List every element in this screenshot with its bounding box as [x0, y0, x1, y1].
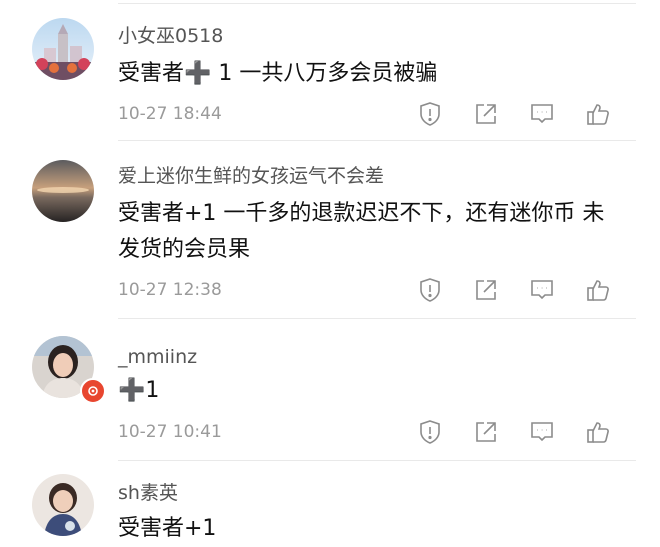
share-arrow-icon: [476, 422, 496, 442]
comment-item: _mmiinz ➕1 10-27 10:41: [0, 318, 660, 460]
reply-button[interactable]: [527, 417, 557, 447]
comment-username[interactable]: 爱上迷你生鲜的女孩运气不会差: [118, 165, 384, 187]
share-button[interactable]: [471, 417, 501, 447]
comment-bubble-icon: [531, 422, 553, 442]
like-button[interactable]: [583, 99, 613, 129]
thumbs-up-icon: [587, 280, 609, 301]
report-button[interactable]: [415, 275, 445, 305]
report-button[interactable]: [415, 417, 445, 447]
comment-actions: [0, 275, 660, 305]
exclamation-shield-icon: [420, 420, 440, 444]
avatar[interactable]: [32, 160, 94, 222]
comment-text: ➕1: [118, 378, 160, 403]
comment-username[interactable]: _mmiinz: [118, 346, 197, 368]
share-arrow-icon: [476, 280, 496, 300]
comment-item: sh素英 受害者+1: [0, 460, 660, 542]
share-button[interactable]: [471, 275, 501, 305]
comment-item: 爱上迷你生鲜的女孩运气不会差 受害者+1 一千多的退款迟迟不下，还有迷你币 未发…: [0, 140, 660, 320]
avatar[interactable]: [32, 18, 94, 80]
report-button[interactable]: [415, 99, 445, 129]
share-button[interactable]: [471, 99, 501, 129]
comment-actions: [0, 99, 660, 129]
exclamation-shield-icon: [420, 102, 440, 126]
comment-bubble-icon: [531, 280, 553, 300]
verified-badge: [80, 378, 106, 404]
like-button[interactable]: [583, 417, 613, 447]
share-arrow-icon: [476, 104, 496, 124]
exclamation-shield-icon: [420, 278, 440, 302]
reply-button[interactable]: [527, 99, 557, 129]
thumbs-up-icon: [587, 422, 609, 443]
comment-actions: [0, 417, 660, 447]
reply-button[interactable]: [527, 275, 557, 305]
comment-item: 小女巫0518 受害者➕ 1 一共八万多会员被骗 10-27 18:44: [0, 0, 660, 140]
comment-username[interactable]: 小女巫0518: [118, 25, 223, 47]
like-button[interactable]: [583, 275, 613, 305]
thumbs-up-icon: [587, 104, 609, 125]
badge-icon: [88, 386, 98, 396]
comment-username[interactable]: sh素英: [118, 482, 178, 504]
comment-text: 受害者+1 一千多的退款迟迟不下，还有迷你币 未发货的会员果: [118, 201, 605, 262]
comment-text: 受害者➕ 1 一共八万多会员被骗: [118, 61, 438, 86]
comment-bubble-icon: [531, 104, 553, 124]
avatar[interactable]: [32, 474, 94, 536]
